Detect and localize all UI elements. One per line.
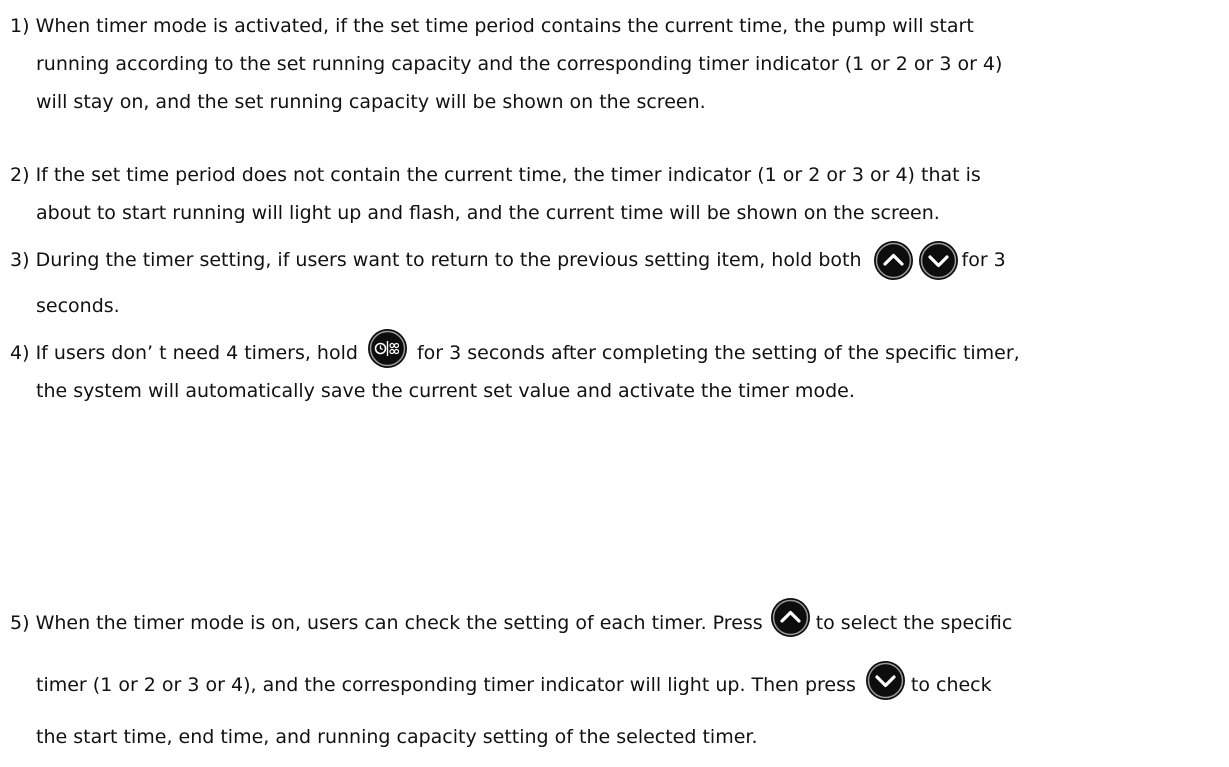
- timer-mode-button-icon: [367, 328, 407, 368]
- item-4-line-1: 4) If users don’ t need 4 timers, hold f…: [10, 328, 1020, 373]
- item-2-line-2: about to start running will light up and…: [36, 202, 940, 224]
- item-number: 2): [10, 164, 30, 186]
- instruction-document: 1) When timer mode is activated, if the …: [0, 0, 1229, 767]
- item-3-line-1: 3) During the timer setting, if users wa…: [10, 240, 1006, 280]
- item-number: 3): [10, 249, 30, 271]
- item-1-text-1: 1) When timer mode is activated, if the …: [10, 14, 974, 38]
- item-2-line-1-text: If the set time period does not contain …: [35, 164, 981, 186]
- item-4-line-2: the system will automatically save the c…: [36, 380, 855, 402]
- item-5-line-2-text: timer (1 or 2 or 3 or 4), and the corres…: [36, 674, 856, 696]
- item-1-line-1: 1) When timer mode is activated, if the …: [10, 14, 1222, 38]
- down-arrow-button-icon: [865, 660, 905, 700]
- item-number: 1): [10, 15, 30, 37]
- item-3-line-1-text: During the timer setting, if users want …: [35, 249, 862, 271]
- up-arrow-button-icon: [873, 240, 913, 280]
- item-2-line-1: 2) If the set time period does not conta…: [10, 163, 981, 187]
- item-5-line-1-text: When the timer mode is on, users can che…: [35, 612, 763, 634]
- item-number: 5): [10, 612, 30, 634]
- item-5-line-2: timer (1 or 2 or 3 or 4), and the corres…: [36, 660, 992, 705]
- item-5-line-2-after: to check: [910, 674, 992, 696]
- item-5-line-1: 5) When the timer mode is on, users can …: [10, 597, 1013, 643]
- item-3-line-1-after: for 3: [961, 249, 1006, 271]
- item-1-line-2: running according to the set running cap…: [36, 53, 1003, 75]
- up-arrow-button-icon: [770, 597, 810, 637]
- item-4-line-1-text: If users don’ t need 4 timers, hold: [35, 342, 358, 364]
- down-arrow-button-icon: [918, 240, 958, 280]
- item-1-line-1-text: When timer mode is activated, if the set…: [35, 15, 974, 37]
- item-1-line-3: will stay on, and the set running capaci…: [36, 91, 706, 113]
- item-3-line-2: seconds.: [36, 295, 120, 317]
- item-4-line-1-after: for 3 seconds after completing the setti…: [416, 342, 1020, 364]
- item-5-line-1-after: to select the specific: [815, 612, 1013, 634]
- item-number: 4): [10, 342, 30, 364]
- item-5-line-3: the start time, end time, and running ca…: [36, 726, 758, 748]
